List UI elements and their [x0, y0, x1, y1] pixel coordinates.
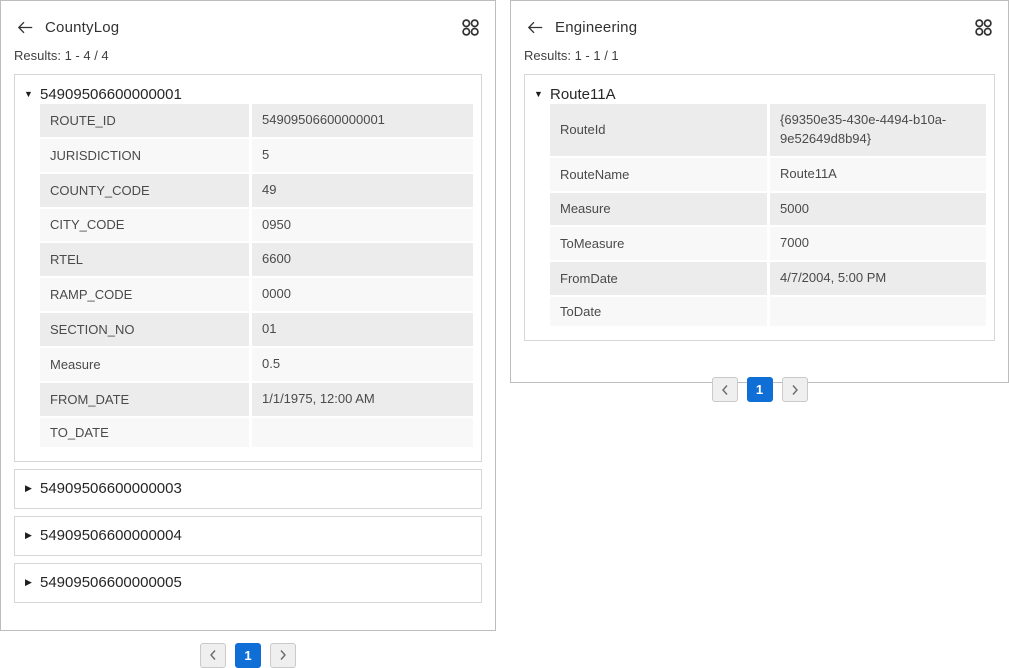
- caret-right-icon: ▶: [23, 577, 34, 588]
- field-label: Measure: [40, 348, 252, 381]
- field-value: 49: [252, 174, 473, 207]
- pagination: 1: [524, 377, 995, 402]
- chevron-left-icon: [721, 384, 729, 396]
- field-value: Route11A: [770, 158, 986, 191]
- actions-button[interactable]: [974, 18, 993, 37]
- caret-down-icon: ▼: [23, 89, 34, 99]
- current-page-button[interactable]: 1: [747, 377, 773, 402]
- feature-title: Route11A: [550, 86, 616, 103]
- field-label: Measure: [550, 193, 770, 226]
- table-row: RTEL 6600: [40, 243, 473, 278]
- table-row: ToDate: [550, 297, 986, 328]
- feature-title: 54909506600000004: [40, 527, 182, 544]
- field-value: [770, 297, 986, 326]
- arrow-left-icon: [527, 21, 543, 34]
- feature-title: 54909506600000001: [40, 86, 182, 103]
- countylog-panel: CountyLog Results: 1 - 4 / 4 ▼ 549095066…: [0, 0, 496, 631]
- grid-circles-icon: [974, 18, 993, 37]
- grid-circles-icon: [461, 18, 480, 37]
- attribute-table: ROUTE_ID 54909506600000001 JURISDICTION …: [40, 104, 473, 449]
- back-button[interactable]: [17, 19, 35, 35]
- field-value: [252, 418, 473, 447]
- field-value: 5: [252, 139, 473, 172]
- feature-card-collapsed[interactable]: ▶ 54909506600000005: [14, 563, 482, 603]
- actions-button[interactable]: [461, 18, 480, 37]
- field-value: 4/7/2004, 5:00 PM: [770, 262, 986, 295]
- table-row: ToMeasure 7000: [550, 227, 986, 262]
- feature-header[interactable]: ▼ Route11A: [533, 84, 986, 104]
- prev-page-button[interactable]: [200, 643, 226, 668]
- field-value: 1/1/1975, 12:00 AM: [252, 383, 473, 416]
- table-row: CITY_CODE 0950: [40, 209, 473, 244]
- panel-header: CountyLog: [14, 15, 482, 39]
- panel-title: CountyLog: [45, 19, 119, 36]
- next-page-button[interactable]: [782, 377, 808, 402]
- results-count: Results: 1 - 1 / 1: [524, 48, 995, 63]
- field-label: ROUTE_ID: [40, 104, 252, 137]
- table-row: RouteId {69350e35-430e-4494-b10a-9e52649…: [550, 104, 986, 158]
- field-label: CITY_CODE: [40, 209, 252, 242]
- feature-header[interactable]: ▼ 54909506600000001: [23, 84, 473, 104]
- field-value: 01: [252, 313, 473, 346]
- table-row: FromDate 4/7/2004, 5:00 PM: [550, 262, 986, 297]
- field-value: 0000: [252, 278, 473, 311]
- field-label: FROM_DATE: [40, 383, 252, 416]
- results-count: Results: 1 - 4 / 4: [14, 48, 482, 63]
- field-value: 54909506600000001: [252, 104, 473, 137]
- table-row: Measure 5000: [550, 193, 986, 228]
- panel-title: Engineering: [555, 19, 637, 36]
- field-label: TO_DATE: [40, 418, 252, 447]
- field-label: SECTION_NO: [40, 313, 252, 346]
- feature-title: 54909506600000005: [40, 574, 182, 591]
- attribute-table: RouteId {69350e35-430e-4494-b10a-9e52649…: [550, 104, 986, 328]
- arrow-left-icon: [17, 21, 33, 34]
- field-label: FromDate: [550, 262, 770, 295]
- table-row: TO_DATE: [40, 418, 473, 449]
- pagination: 1: [14, 643, 482, 668]
- feature-card-collapsed[interactable]: ▶ 54909506600000004: [14, 516, 482, 556]
- prev-page-button[interactable]: [712, 377, 738, 402]
- field-label: COUNTY_CODE: [40, 174, 252, 207]
- table-row: FROM_DATE 1/1/1975, 12:00 AM: [40, 383, 473, 418]
- field-label: ToMeasure: [550, 227, 770, 260]
- caret-down-icon: ▼: [533, 89, 544, 99]
- field-label: RTEL: [40, 243, 252, 276]
- field-label: RAMP_CODE: [40, 278, 252, 311]
- field-value: 5000: [770, 193, 986, 226]
- feature-card-expanded: ▼ Route11A RouteId {69350e35-430e-4494-b…: [524, 74, 995, 341]
- field-label: ToDate: [550, 297, 770, 326]
- feature-card-expanded: ▼ 54909506600000001 ROUTE_ID 54909506600…: [14, 74, 482, 462]
- field-value: 6600: [252, 243, 473, 276]
- table-row: RouteName Route11A: [550, 158, 986, 193]
- feature-title: 54909506600000003: [40, 480, 182, 497]
- table-row: SECTION_NO 01: [40, 313, 473, 348]
- back-button[interactable]: [527, 19, 545, 35]
- field-value: 7000: [770, 227, 986, 260]
- field-label: JURISDICTION: [40, 139, 252, 172]
- engineering-panel: Engineering Results: 1 - 1 / 1 ▼ Route11…: [510, 0, 1009, 383]
- table-row: COUNTY_CODE 49: [40, 174, 473, 209]
- chevron-right-icon: [791, 384, 799, 396]
- current-page-button[interactable]: 1: [235, 643, 261, 668]
- caret-right-icon: ▶: [23, 483, 34, 494]
- caret-right-icon: ▶: [23, 530, 34, 541]
- field-value: 0950: [252, 209, 473, 242]
- chevron-right-icon: [279, 649, 287, 661]
- field-value: 0.5: [252, 348, 473, 381]
- field-label: RouteName: [550, 158, 770, 191]
- table-row: JURISDICTION 5: [40, 139, 473, 174]
- chevron-left-icon: [209, 649, 217, 661]
- field-label: RouteId: [550, 104, 770, 156]
- next-page-button[interactable]: [270, 643, 296, 668]
- table-row: Measure 0.5: [40, 348, 473, 383]
- table-row: RAMP_CODE 0000: [40, 278, 473, 313]
- field-value: {69350e35-430e-4494-b10a-9e52649d8b94}: [770, 104, 986, 156]
- feature-card-collapsed[interactable]: ▶ 54909506600000003: [14, 469, 482, 509]
- table-row: ROUTE_ID 54909506600000001: [40, 104, 473, 139]
- panel-header: Engineering: [524, 15, 995, 39]
